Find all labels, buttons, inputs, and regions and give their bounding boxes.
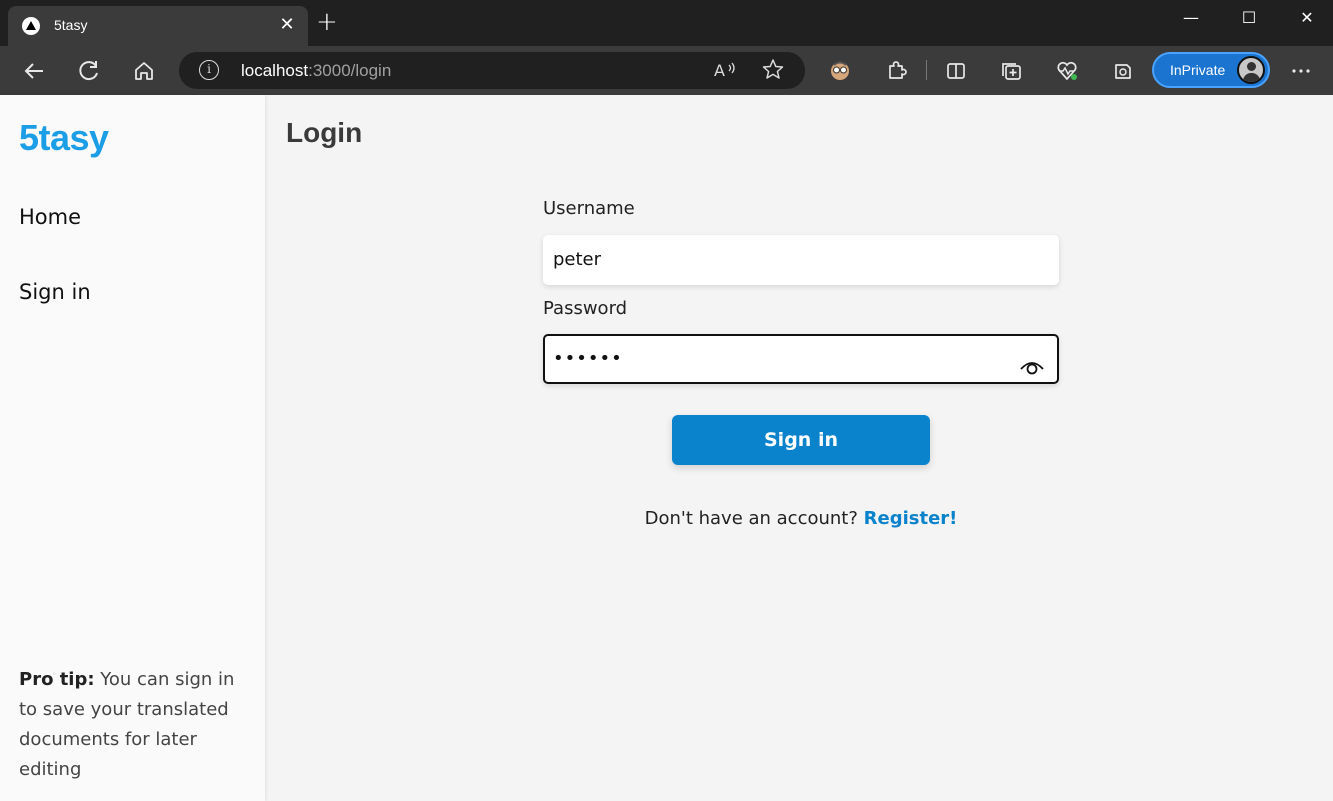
sign-in-button[interactable]: Sign in [672, 415, 930, 465]
profile-avatar-icon [1237, 56, 1265, 84]
page-title: Login [286, 117, 363, 148]
username-value: peter [553, 249, 602, 270]
browser-tab-bar: 5tasy ✕ + — ☐ ✕ [0, 0, 1333, 46]
inprivate-badge[interactable]: InPrivate [1152, 52, 1270, 88]
browser-essentials-icon[interactable] [1052, 56, 1082, 86]
browser-toolbar: i localhost:3000/login A InPrivate [0, 46, 1333, 95]
site-info-icon[interactable]: i [199, 60, 219, 80]
extension-avatar-icon[interactable] [825, 56, 855, 86]
register-link[interactable]: Register! [864, 508, 958, 529]
tab-close-icon[interactable]: ✕ [276, 14, 298, 35]
show-password-eye-icon[interactable] [1019, 349, 1045, 375]
extensions-icon[interactable] [881, 56, 911, 86]
password-label: Password [543, 298, 628, 319]
register-prompt: Don't have an account? Register! [543, 508, 1059, 529]
password-masked-value: •••••• [553, 348, 623, 369]
back-arrow-icon[interactable] [19, 56, 49, 86]
sidebar-item-sign-in[interactable]: Sign in [19, 280, 91, 304]
tab-title: 5tasy [54, 17, 88, 33]
read-aloud-icon[interactable]: A [711, 57, 739, 88]
favorite-star-icon[interactable] [759, 57, 787, 88]
toolbar-separator [926, 60, 927, 80]
home-icon[interactable] [129, 56, 159, 86]
pro-tip: Pro tip: You can sign in to save your tr… [19, 665, 239, 785]
address-bar[interactable]: i localhost:3000/login A [179, 52, 805, 89]
inprivate-label: InPrivate [1170, 62, 1226, 78]
address-host: localhost [241, 61, 309, 80]
svg-text:A: A [714, 61, 725, 80]
copilot-icon[interactable] [1107, 56, 1137, 86]
register-prompt-text: Don't have an account? [644, 508, 864, 529]
username-label: Username [543, 198, 635, 219]
brand-logo[interactable]: 5tasy [19, 117, 109, 159]
split-screen-icon[interactable] [941, 56, 971, 86]
more-options-icon[interactable] [1286, 56, 1316, 86]
new-tab-button[interactable]: + [316, 8, 338, 36]
password-field[interactable]: •••••• [543, 334, 1059, 384]
address-path: :3000/login [308, 61, 392, 80]
close-window-icon[interactable]: ✕ [1292, 8, 1322, 27]
refresh-icon[interactable] [74, 56, 104, 86]
sidebar: 5tasy Home Sign in Pro tip: You can sign… [0, 95, 265, 801]
sidebar-item-home[interactable]: Home [19, 205, 81, 229]
favicon-icon [22, 17, 40, 35]
minimize-icon[interactable]: — [1176, 8, 1206, 27]
address-url[interactable]: localhost:3000/login [241, 61, 391, 81]
maximize-icon[interactable]: ☐ [1234, 8, 1264, 27]
username-field[interactable]: peter [543, 235, 1059, 285]
pro-tip-label: Pro tip: [19, 669, 95, 690]
browser-tab[interactable]: 5tasy ✕ [8, 6, 308, 46]
collections-icon[interactable] [997, 56, 1027, 86]
